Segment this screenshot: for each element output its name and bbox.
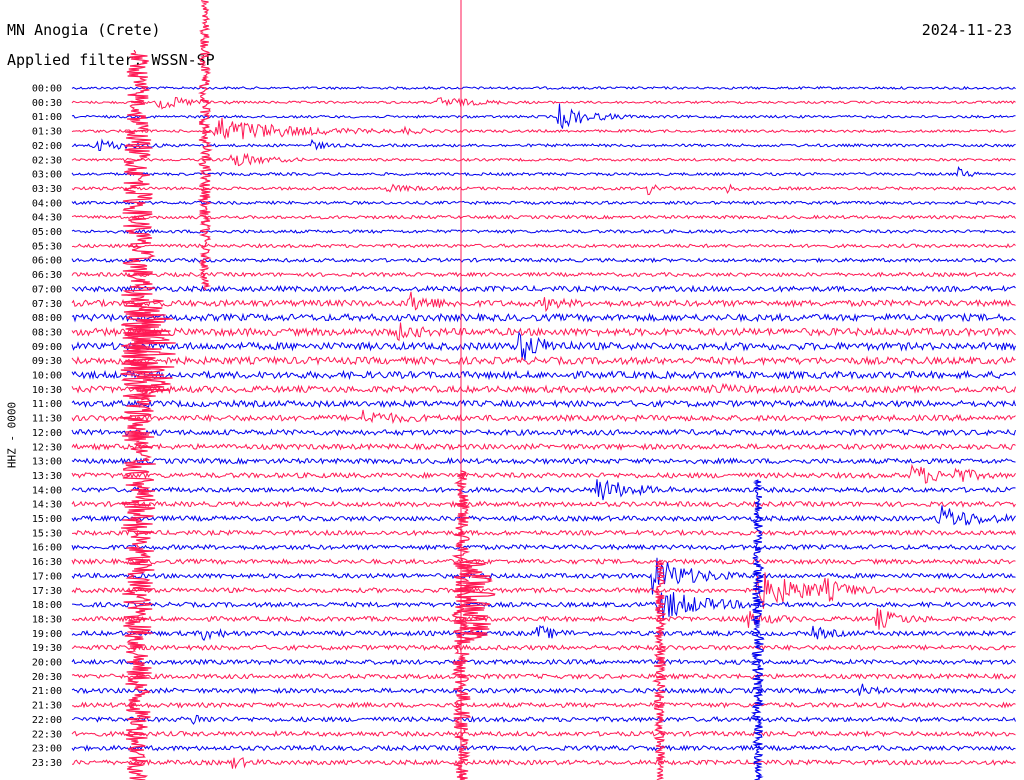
time-tick-1930: 19:30 (32, 643, 62, 654)
trace-1100 (71, 399, 1016, 409)
time-tick-2000: 20:00 (32, 658, 62, 669)
time-tick-1830: 18:30 (32, 614, 62, 625)
time-tick-2030: 20:30 (32, 672, 62, 683)
trace-1200 (71, 428, 1016, 437)
trace-0100 (71, 103, 1016, 129)
trace-0630 (71, 271, 1016, 278)
trace-0200 (71, 138, 1016, 152)
trace-2130 (72, 701, 1016, 709)
time-tick-1530: 15:30 (32, 528, 62, 539)
trace-0800 (71, 312, 1016, 323)
time-tick-0200: 02:00 (32, 141, 62, 152)
trace-1430 (71, 500, 1016, 508)
time-tick-1030: 10:30 (32, 385, 62, 396)
time-tick-0730: 07:30 (32, 299, 62, 310)
trace-0030 (71, 96, 1016, 110)
time-tick-1630: 16:30 (32, 557, 62, 568)
time-tick-0800: 08:00 (32, 313, 62, 324)
trace-1330 (71, 463, 1016, 484)
time-tick-1330: 13:30 (32, 471, 62, 482)
event-band-evening (652, 559, 667, 780)
trace-0130 (71, 117, 1016, 140)
trace-1630 (71, 557, 1016, 566)
time-tick-0500: 05:00 (32, 227, 62, 238)
helicorder-plot: 00:00 00:30 01:00 01:30 02:00 02:30 03:00 03:30… (32, 0, 1016, 780)
time-tick-0400: 04:00 (32, 198, 62, 209)
time-tick-0530: 05:30 (32, 241, 62, 252)
trace-0900 (71, 331, 1016, 361)
trace-2300 (71, 744, 1016, 752)
time-tick-1200: 12:00 (32, 428, 62, 439)
time-tick-0030: 00:30 (32, 98, 62, 109)
time-tick-1500: 15:00 (32, 514, 62, 525)
time-tick-2100: 21:00 (32, 686, 62, 697)
time-tick-2230: 22:30 (32, 729, 62, 740)
trace-2200 (71, 714, 1016, 725)
trace-0230 (71, 152, 1016, 167)
trace-1130 (71, 409, 1016, 425)
trace-0930 (71, 355, 1016, 366)
time-tick-2330: 23:30 (32, 758, 62, 769)
time-tick-0100: 01:00 (32, 112, 62, 123)
trace-1600 (71, 543, 1016, 551)
seismic-traces (71, 85, 1016, 770)
time-tick-1100: 11:00 (32, 399, 62, 410)
trace-1030 (71, 382, 1016, 395)
time-tick-1430: 14:30 (32, 500, 62, 511)
time-tick-0630: 06:30 (32, 270, 62, 281)
trace-1900 (71, 625, 1016, 642)
trace-0830 (71, 322, 1016, 342)
time-tick-1000: 10:00 (32, 371, 62, 382)
trace-1000 (71, 369, 1016, 381)
time-tick-1700: 17:00 (32, 571, 62, 582)
trace-0300 (71, 166, 1016, 178)
trace-0730 (71, 291, 1016, 313)
time-tick-0300: 03:00 (32, 170, 62, 181)
trace-1230 (71, 442, 1016, 451)
trace-0000 (71, 85, 1016, 90)
trace-1300 (71, 457, 1016, 465)
trace-1930 (71, 644, 1016, 652)
time-tick-0930: 09:30 (32, 356, 62, 367)
trace-2000 (71, 658, 1016, 666)
trace-1400 (71, 479, 1016, 501)
trace-0600 (71, 257, 1016, 264)
trace-1500 (71, 505, 1016, 526)
trace-1800 (72, 592, 1016, 621)
time-tick-0000: 00:00 (32, 84, 62, 95)
trace-1830 (71, 608, 1016, 630)
time-tick-0430: 04:30 (32, 213, 62, 224)
trace-1530 (72, 529, 1016, 537)
time-tick-2200: 22:00 (32, 715, 62, 726)
time-tick-0330: 03:30 (32, 184, 62, 195)
event-band-evening-blue (750, 479, 766, 780)
trace-2030 (71, 672, 1016, 680)
trace-0400 (71, 200, 1016, 206)
time-tick-1400: 14:00 (32, 485, 62, 496)
time-tick-0600: 06:00 (32, 256, 62, 267)
time-tick-1130: 11:30 (32, 414, 62, 425)
time-tick-0830: 08:30 (32, 327, 62, 338)
time-tick-1300: 13:00 (32, 457, 62, 468)
trace-2230 (71, 730, 1016, 738)
trace-0330 (71, 183, 1016, 196)
trace-0530 (71, 243, 1016, 249)
time-tick-2300: 23:00 (32, 744, 62, 755)
time-tick-1230: 12:30 (32, 442, 62, 453)
time-tick-0900: 09:00 (32, 342, 62, 353)
trace-2330 (71, 757, 1016, 770)
time-tick-1900: 19:00 (32, 629, 62, 640)
time-tick-1600: 16:00 (32, 543, 62, 554)
time-tick-1800: 18:00 (32, 600, 62, 611)
time-tick-0700: 07:00 (32, 284, 62, 295)
trace-0500 (71, 228, 1016, 235)
time-tick-1730: 17:30 (32, 586, 62, 597)
time-tick-labels: 00:00 00:30 01:00 01:30 02:00 02:30 03:00 03:30… (32, 84, 62, 769)
time-tick-2130: 21:30 (32, 701, 62, 712)
trace-0700 (72, 284, 1016, 293)
time-tick-0130: 01:30 (32, 127, 62, 138)
trace-0430 (71, 214, 1016, 220)
time-tick-0230: 02:30 (32, 155, 62, 166)
trace-2100 (71, 683, 1016, 696)
